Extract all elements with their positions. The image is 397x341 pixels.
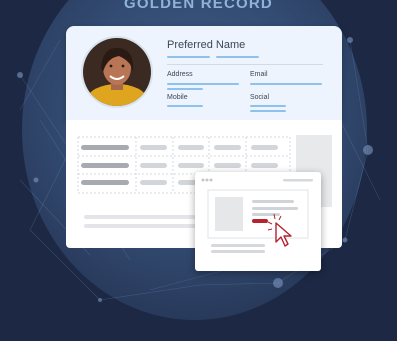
social-bar-2 xyxy=(250,110,286,112)
preferred-name-label: Preferred Name xyxy=(167,39,246,51)
social-label: Social xyxy=(250,94,270,101)
address-bar-1 xyxy=(167,83,239,85)
mobile-bar xyxy=(167,105,203,107)
mobile-label: Mobile xyxy=(167,94,188,101)
email-label: Email xyxy=(250,71,268,78)
name-bar-2 xyxy=(216,56,259,58)
page-title: GOLDEN RECORD xyxy=(124,0,273,12)
email-bar xyxy=(250,83,322,85)
detail-popup xyxy=(195,172,321,271)
avatar-photo-icon xyxy=(83,38,151,106)
avatar xyxy=(81,36,153,108)
name-divider xyxy=(167,64,323,65)
profile-card: Preferred Name Address Email Mobile Soci… xyxy=(66,26,342,120)
detail-popup-content xyxy=(201,178,313,253)
name-bar-1 xyxy=(167,56,210,58)
social-bar-1 xyxy=(250,105,286,107)
address-bar-2 xyxy=(167,88,203,90)
address-label: Address xyxy=(167,71,193,78)
